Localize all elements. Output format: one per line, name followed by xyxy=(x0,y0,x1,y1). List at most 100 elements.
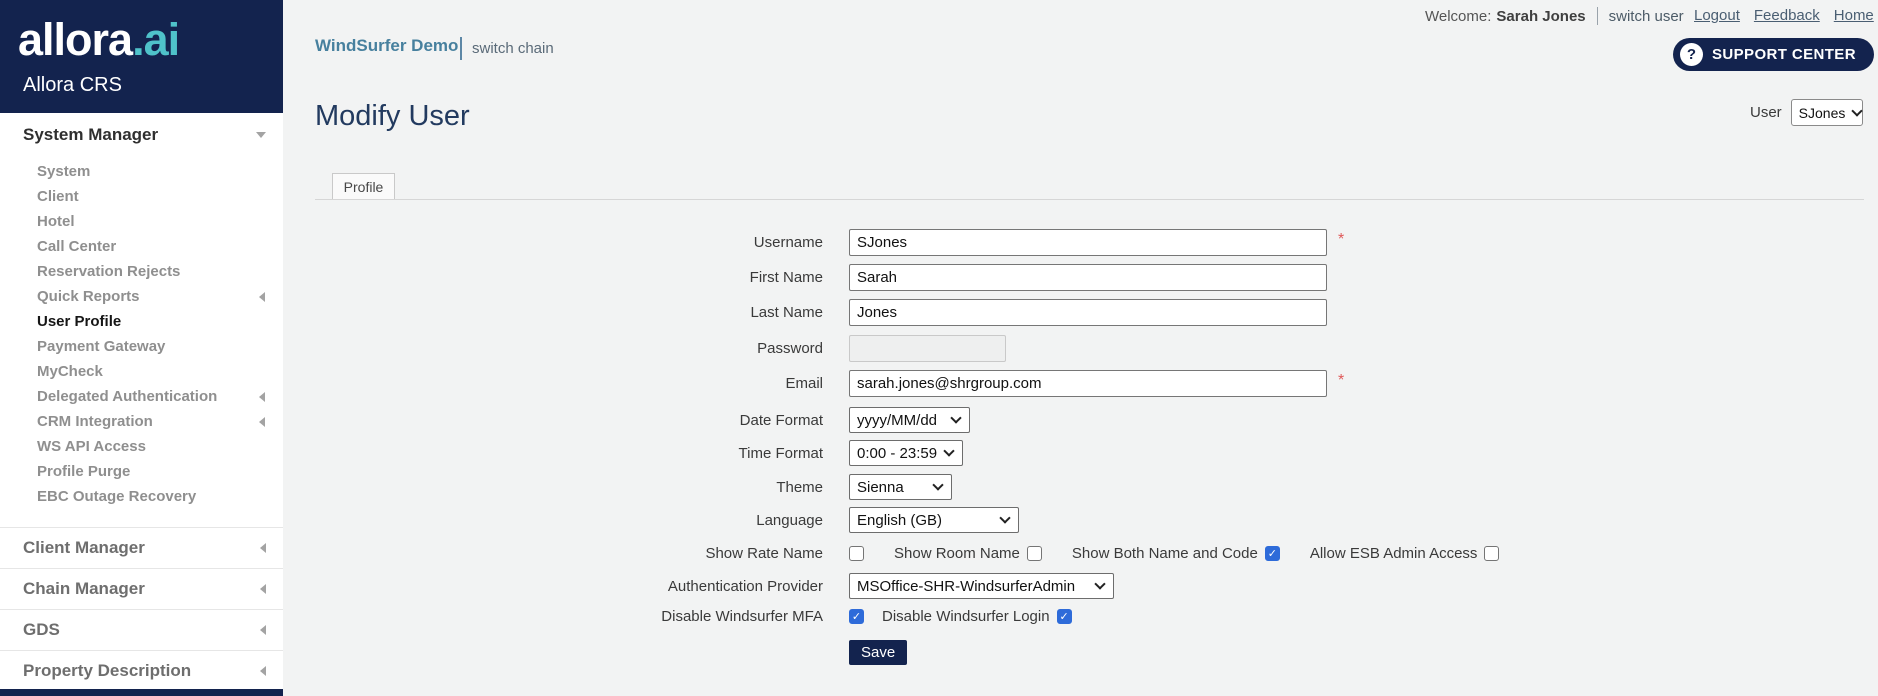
field-label: Username xyxy=(753,234,823,251)
checkbox-disable-windsurfer-mfa[interactable]: ✓ xyxy=(849,609,864,624)
chevron-down-icon xyxy=(999,512,1011,524)
sidebar-item-label: User Profile xyxy=(37,313,122,330)
user-picker: User SJones xyxy=(1750,99,1864,126)
sidebar-item-label: System Manager xyxy=(23,125,159,144)
sidebar-item-label: Hotel xyxy=(37,213,75,230)
chevron-left-icon xyxy=(260,625,266,635)
form-row-email: Email * xyxy=(315,370,1344,397)
select-value: English (GB) xyxy=(857,511,943,529)
checkbox-label-show-room-name: Show Room Name xyxy=(894,545,1020,562)
user-select-value: SJones xyxy=(1798,104,1846,121)
sidebar-item-label: Client xyxy=(37,188,79,205)
theme-select[interactable]: Sienna xyxy=(849,474,952,500)
field-label: Time Format xyxy=(738,444,823,462)
sidebar-item-ebc-outage-recovery[interactable]: EBC Outage Recovery xyxy=(0,484,283,509)
email-input[interactable] xyxy=(849,370,1327,397)
select-value: yyyy/MM/dd xyxy=(857,411,938,429)
sidebar-section-label: Client Manager xyxy=(23,538,145,557)
save-button[interactable]: Save xyxy=(849,640,908,665)
support-center-button[interactable]: ? SUPPORT CENTER xyxy=(1673,38,1874,71)
chevron-left-icon xyxy=(259,291,265,302)
checkbox-disable-windsurfer-login[interactable]: ✓ xyxy=(1056,609,1072,624)
chevron-left-icon xyxy=(260,584,266,594)
sidebar-item-system-manager[interactable]: System Manager xyxy=(0,113,283,157)
switch-chain-link[interactable]: switch chain xyxy=(472,40,554,57)
sidebar-item-user-profile[interactable]: User Profile xyxy=(0,309,283,334)
user-select[interactable]: SJones xyxy=(1790,99,1864,126)
sidebar-item-hotel[interactable]: Hotel xyxy=(0,209,283,234)
checkbox-group: Show Room Name Show Both Name and Code ✓ Al… xyxy=(849,545,1500,562)
checkbox-show-both-name-and-code[interactable]: ✓ xyxy=(1264,546,1280,561)
form-row-theme: Theme Sienna xyxy=(315,474,952,500)
user-picker-label: User xyxy=(1750,104,1782,121)
welcome-text: Welcome: xyxy=(1425,7,1492,25)
sidebar-item-call-center[interactable]: Call Center xyxy=(0,234,283,259)
top-link-feedback[interactable]: Feedback xyxy=(1754,7,1820,24)
sidebar-item-quick-reports[interactable]: Quick Reports xyxy=(0,284,283,309)
form-row-authentication-provider: Authentication Provider MSOffice-SHR-Wind… xyxy=(315,573,1114,599)
chevron-down-icon xyxy=(943,445,955,457)
select-value: MSOffice-SHR-WindsurferAdmin xyxy=(857,577,1076,595)
field-label: Theme xyxy=(776,478,823,496)
brand-block: allora.ai Allora CRS xyxy=(0,0,283,113)
help-icon: ? xyxy=(1680,43,1703,66)
sidebar-item-client[interactable]: Client xyxy=(0,184,283,209)
chevron-left-icon xyxy=(260,665,266,676)
sidebar-section-label: Property Description xyxy=(23,660,192,680)
date-format-select[interactable]: yyyy/MM/dd xyxy=(849,407,970,433)
sidebar-item-label: MyCheck xyxy=(37,363,103,380)
sidebar-item-mycheck[interactable]: MyCheck xyxy=(0,359,283,384)
modify-user-page: Welcome: Sarah Jones switch user Logout F… xyxy=(0,0,1878,696)
topbar-divider xyxy=(1596,7,1598,25)
sidebar-item-label: System xyxy=(37,163,91,180)
sidebar-section-label: GDS xyxy=(23,620,60,639)
password-input[interactable] xyxy=(849,335,1006,362)
sidebar-section-chain-manager[interactable]: Chain Manager xyxy=(0,568,283,609)
authentication-provider-select[interactable]: MSOffice-SHR-WindsurferAdmin xyxy=(849,573,1114,599)
sidebar-section-property-description[interactable]: Property Description xyxy=(0,650,283,691)
top-link-logout[interactable]: Logout xyxy=(1694,7,1740,24)
switch-user-link[interactable]: switch user xyxy=(1609,8,1684,25)
sidebar-section-gds[interactable]: GDS xyxy=(0,609,283,650)
support-center-label: SUPPORT CENTER xyxy=(1712,46,1856,63)
sidebar-item-payment-gateway[interactable]: Payment Gateway xyxy=(0,334,283,359)
sidebar-sub-items: System Client Hotel Call Center Reservation … xyxy=(0,159,283,509)
chevron-down-icon xyxy=(1851,104,1864,117)
checkbox-show-room-name[interactable] xyxy=(1026,546,1042,561)
first-name-input[interactable] xyxy=(849,264,1327,291)
tab-profile[interactable]: Profile xyxy=(332,173,395,200)
sidebar-item-ws-api-access[interactable]: WS API Access xyxy=(0,434,283,459)
time-format-select[interactable]: 0:00 - 23:59 xyxy=(849,440,963,466)
field-label: Date Format xyxy=(739,411,823,429)
chevron-down-icon xyxy=(256,132,266,138)
field-label: Email xyxy=(785,375,823,392)
chevron-left-icon xyxy=(259,391,265,402)
logo-main: allora xyxy=(18,14,133,65)
welcome-bar: Welcome: Sarah Jones switch user xyxy=(1425,7,1684,25)
welcome-user-name: Sarah Jones xyxy=(1496,7,1586,25)
required-asterisk: * xyxy=(1338,230,1345,248)
last-name-input[interactable] xyxy=(849,299,1327,326)
sidebar-item-label: Payment Gateway xyxy=(37,338,166,355)
form-row-disable-windsurfer-mfa: Disable Windsurfer MFA ✓ Disable Windsurfe… xyxy=(315,608,1072,625)
sidebar: System Manager System Client Hotel Call Cent… xyxy=(0,113,283,691)
language-select[interactable]: English (GB) xyxy=(849,507,1019,533)
sidebar-item-delegated-authentication[interactable]: Delegated Authentication xyxy=(0,384,283,409)
top-links: Logout Feedback Home xyxy=(1694,7,1874,24)
top-link-home[interactable]: Home xyxy=(1834,7,1874,24)
form-row-username: Username * xyxy=(315,229,1344,256)
chevron-down-icon xyxy=(950,412,962,424)
chevron-left-icon xyxy=(260,543,266,553)
sidebar-section-client-manager[interactable]: Client Manager xyxy=(0,527,283,568)
sidebar-item-label: Quick Reports xyxy=(37,288,140,305)
checkbox-allow-esb-admin-access[interactable] xyxy=(1484,546,1500,561)
checkbox-show-rate-name[interactable] xyxy=(849,546,864,561)
field-label: Show Rate Name xyxy=(705,545,823,562)
sidebar-item-reservation-rejects[interactable]: Reservation Rejects xyxy=(0,259,283,284)
sidebar-item-system[interactable]: System xyxy=(0,159,283,184)
username-input[interactable] xyxy=(849,229,1327,256)
sidebar-item-profile-purge[interactable]: Profile Purge xyxy=(0,459,283,484)
sidebar-item-crm-integration[interactable]: CRM Integration xyxy=(0,409,283,434)
form-row-save: Save xyxy=(315,640,908,665)
sidebar-item-label: WS API Access xyxy=(37,438,146,455)
